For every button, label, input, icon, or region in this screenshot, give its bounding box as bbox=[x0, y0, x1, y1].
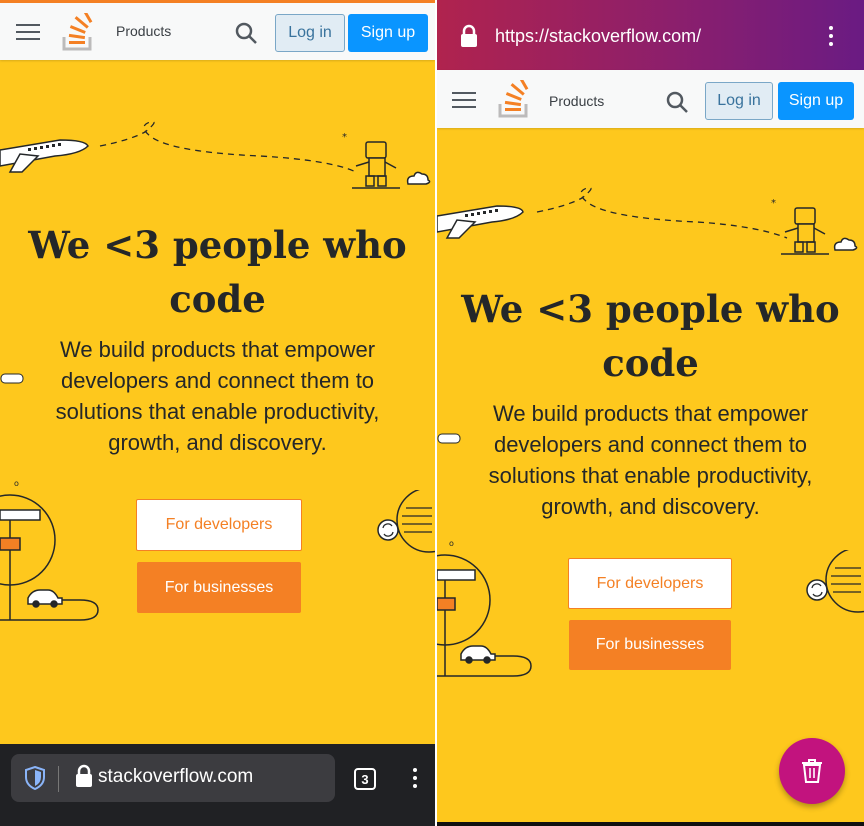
factory-car-illustration: o bbox=[437, 539, 532, 677]
hero-title: We <3 people who code bbox=[437, 282, 864, 390]
search-icon[interactable] bbox=[665, 90, 689, 114]
for-businesses-button[interactable]: For businesses bbox=[569, 620, 731, 670]
lock-icon bbox=[76, 764, 92, 787]
signup-button[interactable]: Sign up bbox=[778, 82, 854, 120]
stackoverflow-logo-icon[interactable] bbox=[62, 13, 96, 51]
hamburger-icon[interactable] bbox=[452, 92, 476, 113]
for-businesses-button[interactable]: For businesses bbox=[137, 562, 301, 613]
delete-fab-button[interactable] bbox=[779, 738, 845, 804]
tabs-icon[interactable]: 3 bbox=[354, 768, 376, 790]
bottom-system-bar bbox=[437, 822, 864, 826]
for-developers-button[interactable]: For developers bbox=[136, 499, 302, 551]
url-text[interactable]: stackoverflow.com bbox=[98, 766, 253, 788]
hero-title: We <3 people who code bbox=[0, 218, 435, 326]
plane-robot-illustration: * bbox=[0, 121, 431, 189]
svg-text:*: * bbox=[342, 132, 347, 143]
products-link[interactable]: Products bbox=[116, 23, 171, 39]
hero-section: We <3 people who code We build products … bbox=[0, 218, 435, 458]
site-header: Products Log in Sign up bbox=[437, 70, 864, 128]
hamburger-icon[interactable] bbox=[16, 24, 40, 45]
hero-title-line2: code bbox=[602, 341, 699, 385]
document-globe-illustration bbox=[377, 490, 435, 553]
hero-title-line2: code bbox=[169, 277, 266, 321]
code-tag-icon bbox=[437, 433, 461, 444]
left-browser-screenshot: Products Log in Sign up * We <3 people w… bbox=[0, 0, 435, 826]
hero-subtitle: We build products that empower developer… bbox=[488, 401, 813, 519]
more-vert-icon[interactable] bbox=[829, 26, 833, 50]
hero-title-line1: We <3 people who bbox=[28, 223, 407, 267]
separator bbox=[58, 766, 59, 792]
svg-text:*: * bbox=[771, 198, 776, 209]
svg-text:o: o bbox=[449, 539, 454, 548]
browser-top-toolbar: https://stackoverflow.com/ bbox=[437, 0, 864, 70]
signup-button[interactable]: Sign up bbox=[348, 14, 428, 52]
hero-subtitle: We build products that empower developer… bbox=[55, 337, 380, 455]
stackoverflow-logo-icon[interactable] bbox=[498, 80, 532, 118]
factory-car-illustration: o bbox=[0, 479, 99, 621]
trash-icon bbox=[802, 759, 822, 783]
more-vert-icon[interactable] bbox=[413, 768, 417, 792]
products-link[interactable]: Products bbox=[549, 93, 604, 109]
search-icon[interactable] bbox=[234, 21, 258, 45]
plane-robot-illustration: * bbox=[437, 187, 858, 255]
hero-title-line1: We <3 people who bbox=[461, 287, 840, 331]
svg-text:o: o bbox=[14, 479, 19, 488]
shield-icon[interactable] bbox=[24, 766, 46, 790]
url-text[interactable]: https://stackoverflow.com/ bbox=[495, 26, 701, 47]
right-browser-screenshot: https://stackoverflow.com/ Products Log … bbox=[437, 0, 864, 826]
hero-section: We <3 people who code We build products … bbox=[437, 282, 864, 522]
code-tag-icon bbox=[0, 373, 24, 384]
login-button[interactable]: Log in bbox=[705, 82, 773, 120]
browser-bottom-toolbar: stackoverflow.com 3 bbox=[0, 744, 435, 826]
login-button[interactable]: Log in bbox=[275, 14, 345, 52]
for-developers-button[interactable]: For developers bbox=[568, 558, 732, 609]
lock-icon bbox=[461, 24, 477, 47]
site-header: Products Log in Sign up bbox=[0, 0, 435, 60]
document-globe-illustration bbox=[806, 550, 864, 613]
